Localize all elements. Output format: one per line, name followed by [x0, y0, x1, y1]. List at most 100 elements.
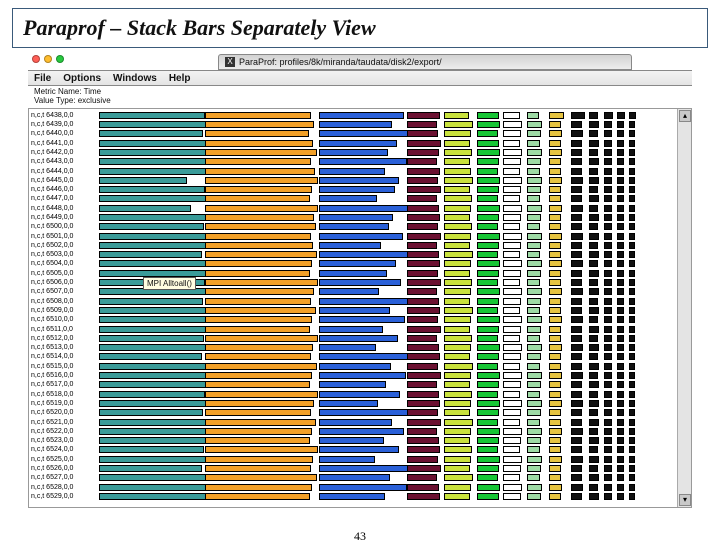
bar-segment[interactable]	[589, 484, 598, 491]
bar-segment[interactable]	[503, 381, 521, 388]
bar-segment[interactable]	[604, 316, 612, 323]
bar-segment[interactable]	[319, 149, 388, 156]
bar-segment[interactable]	[629, 446, 635, 453]
bar-segment[interactable]	[604, 158, 612, 165]
table-row[interactable]: n,c,t 6515,0,0	[29, 362, 677, 371]
bar-segment[interactable]	[571, 251, 582, 258]
bar-segment[interactable]	[477, 400, 500, 407]
bar-segment[interactable]	[503, 465, 521, 472]
bar-segment[interactable]	[604, 391, 612, 398]
bar-segment[interactable]	[205, 288, 314, 295]
bar-segment[interactable]	[99, 130, 203, 137]
bar-segment[interactable]	[527, 270, 541, 277]
bar-segment[interactable]	[617, 270, 624, 277]
bar-segment[interactable]	[99, 409, 203, 416]
bar-segment[interactable]	[604, 223, 612, 230]
bar-segment[interactable]	[589, 251, 599, 258]
bar-segment[interactable]	[629, 316, 635, 323]
bar-segment[interactable]	[527, 335, 540, 342]
bar-segment[interactable]	[589, 372, 598, 379]
bar-segment[interactable]	[527, 465, 541, 472]
bar-segment[interactable]	[617, 214, 624, 221]
bar-segment[interactable]	[205, 112, 311, 119]
bar-segment[interactable]	[407, 195, 437, 202]
bar-segment[interactable]	[604, 474, 612, 481]
table-row[interactable]: n,c,t 6523,0,0	[29, 436, 677, 445]
bar-segment[interactable]	[589, 177, 599, 184]
bar-segment[interactable]	[99, 446, 204, 453]
bar-segment[interactable]	[99, 363, 210, 370]
bar-segment[interactable]	[444, 363, 473, 370]
bar-segment[interactable]	[604, 428, 612, 435]
table-row[interactable]: n,c,t 6504,0,0	[29, 259, 677, 268]
bar-segment[interactable]	[527, 437, 541, 444]
bar-segment[interactable]	[444, 140, 470, 147]
bar-segment[interactable]	[503, 363, 520, 370]
bar-segment[interactable]	[571, 307, 582, 314]
bar-segment[interactable]	[589, 214, 599, 221]
bar-segment[interactable]	[99, 158, 208, 165]
bar-segment[interactable]	[617, 186, 624, 193]
bar-segment[interactable]	[205, 409, 311, 416]
bar-segment[interactable]	[617, 326, 624, 333]
bar-segment[interactable]	[444, 158, 470, 165]
bar-segment[interactable]	[319, 391, 400, 398]
bar-segment[interactable]	[549, 391, 561, 398]
bar-segment[interactable]	[407, 158, 437, 165]
bar-segment[interactable]	[571, 223, 582, 230]
bar-segment[interactable]	[99, 428, 206, 435]
bar-segment[interactable]	[571, 465, 582, 472]
bar-segment[interactable]	[444, 298, 470, 305]
bar-segment[interactable]	[503, 484, 522, 491]
bar-segment[interactable]	[629, 279, 635, 286]
bar-segment[interactable]	[527, 121, 542, 128]
bar-segment[interactable]	[444, 493, 470, 500]
bar-segment[interactable]	[477, 419, 498, 426]
bar-segment[interactable]	[617, 400, 624, 407]
bar-segment[interactable]	[407, 205, 439, 212]
bar-segment[interactable]	[527, 158, 541, 165]
bar-segment[interactable]	[527, 168, 540, 175]
bar-segment[interactable]	[205, 353, 311, 360]
bar-segment[interactable]	[604, 121, 612, 128]
bar-segment[interactable]	[444, 353, 470, 360]
bar-segment[interactable]	[477, 335, 498, 342]
bar-segment[interactable]	[571, 186, 582, 193]
bar-segment[interactable]	[549, 233, 562, 240]
bar-segment[interactable]	[527, 372, 542, 379]
bar-segment[interactable]	[604, 456, 612, 463]
bar-segment[interactable]	[549, 353, 561, 360]
bar-segment[interactable]	[629, 474, 635, 481]
bar-segment[interactable]	[629, 326, 635, 333]
bar-segment[interactable]	[629, 140, 635, 147]
row-lane[interactable]	[93, 335, 677, 342]
bar-segment[interactable]	[549, 270, 561, 277]
bar-segment[interactable]	[604, 149, 612, 156]
bar-segment[interactable]	[444, 400, 471, 407]
bar-segment[interactable]	[617, 446, 624, 453]
bar-segment[interactable]	[617, 140, 624, 147]
bar-segment[interactable]	[549, 279, 561, 286]
bar-segment[interactable]	[503, 437, 521, 444]
bar-segment[interactable]	[589, 158, 599, 165]
bar-segment[interactable]	[99, 391, 205, 398]
row-lane[interactable]	[93, 391, 677, 398]
bar-segment[interactable]	[571, 195, 582, 202]
bar-segment[interactable]	[477, 353, 499, 360]
bar-segment[interactable]	[549, 121, 561, 128]
bar-segment[interactable]	[629, 409, 635, 416]
bar-segment[interactable]	[617, 428, 624, 435]
bar-segment[interactable]	[503, 493, 521, 500]
bar-segment[interactable]	[99, 316, 206, 323]
bar-segment[interactable]	[527, 223, 540, 230]
bar-segment[interactable]	[604, 233, 612, 240]
bar-segment[interactable]	[99, 186, 205, 193]
bar-segment[interactable]	[589, 279, 598, 286]
bar-segment[interactable]	[589, 186, 598, 193]
bar-segment[interactable]	[444, 316, 471, 323]
row-lane[interactable]	[93, 363, 677, 370]
bar-segment[interactable]	[205, 456, 313, 463]
bar-segment[interactable]	[99, 335, 204, 342]
bar-segment[interactable]	[407, 419, 441, 426]
row-lane[interactable]	[93, 307, 677, 314]
